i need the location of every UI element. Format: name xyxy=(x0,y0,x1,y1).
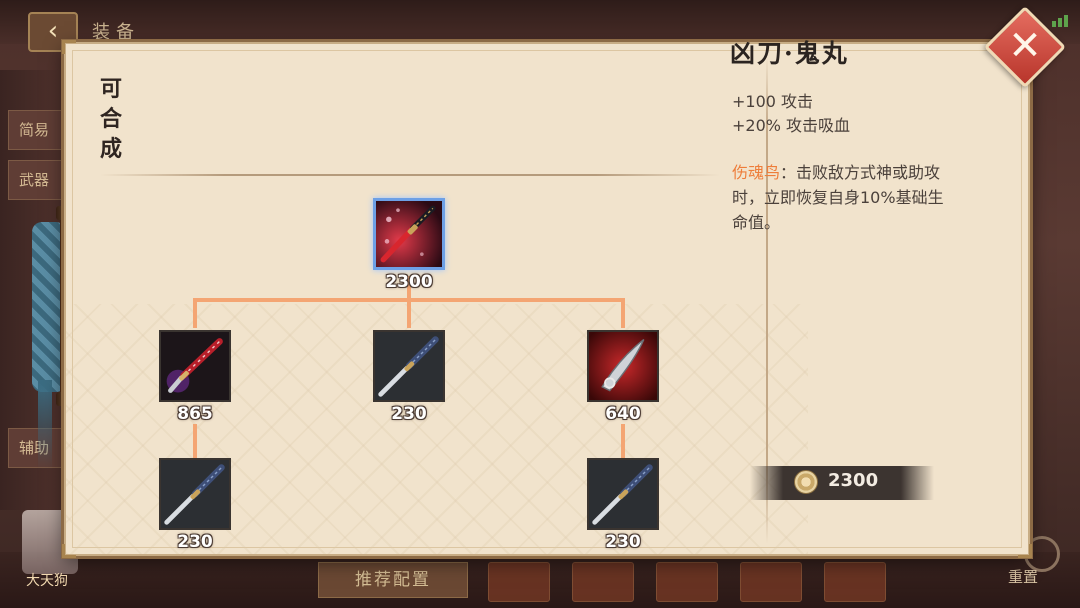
stat-line: +100 攻击 xyxy=(732,92,814,111)
tree-connector xyxy=(193,298,197,328)
tree-connector xyxy=(193,424,197,458)
equip-slot[interactable] xyxy=(824,562,886,602)
component-item-price: 640 xyxy=(605,404,641,424)
blood-blade-icon xyxy=(589,332,657,400)
screen-title: 装备 xyxy=(92,22,140,43)
root-item-price: 2300 xyxy=(385,272,433,292)
katana-icon xyxy=(375,332,443,400)
component-item-price: 230 xyxy=(391,404,427,424)
section-title: 可合成 xyxy=(100,76,123,162)
sub-component-item-slot[interactable] xyxy=(587,458,659,530)
equip-slot[interactable] xyxy=(656,562,718,602)
equip-slot[interactable] xyxy=(572,562,634,602)
total-cost-value: 2300 xyxy=(828,470,879,491)
recommend-config-button[interactable]: 推荐配置 xyxy=(318,562,468,598)
chevron-left-icon: ‹ xyxy=(47,16,59,46)
red-katana-icon xyxy=(161,332,229,400)
katana-icon xyxy=(161,460,229,528)
sub-component-item-price: 230 xyxy=(177,532,213,552)
tree-connector xyxy=(621,298,625,328)
top-bar xyxy=(0,0,1080,44)
coin-icon xyxy=(794,470,818,494)
sub-component-item-price: 230 xyxy=(605,532,641,552)
tassel-tail-decoration xyxy=(38,380,52,470)
passive-description: 伤魂鸟：击败敌方式神或助攻时，立即恢复自身10%基础生命值。 xyxy=(732,160,947,235)
sidebar-tab-weapon[interactable]: 武器 xyxy=(8,160,72,200)
reset-button[interactable]: 重置 xyxy=(1008,566,1038,587)
panel-corner xyxy=(62,40,76,54)
hero-name: 大天狗 xyxy=(26,573,68,589)
sidebar-tab-simple[interactable]: 简易 xyxy=(8,110,72,150)
stat-line: +20% 攻击吸血 xyxy=(732,116,851,135)
component-item-slot[interactable] xyxy=(373,330,445,402)
signal-icon xyxy=(1052,8,1076,27)
tree-connector xyxy=(407,298,411,328)
close-icon[interactable]: ✕ xyxy=(996,18,1054,76)
root-item-slot[interactable] xyxy=(373,198,445,270)
title-divider xyxy=(100,174,720,176)
equip-slot[interactable] xyxy=(740,562,802,602)
panel-corner xyxy=(1018,544,1032,558)
katana-icon xyxy=(589,460,657,528)
item-stats: +100 攻击 +20% 攻击吸血 xyxy=(732,90,850,138)
passive-name: 伤魂鸟 xyxy=(732,163,781,182)
component-item-price: 865 xyxy=(177,404,213,424)
component-item-slot[interactable] xyxy=(587,330,659,402)
cursed-katana-icon xyxy=(376,201,442,267)
panel-corner xyxy=(62,544,76,558)
equip-slot[interactable] xyxy=(488,562,550,602)
component-item-slot[interactable] xyxy=(159,330,231,402)
sub-component-item-slot[interactable] xyxy=(159,458,231,530)
tree-connector xyxy=(621,424,625,458)
item-name: 凶刀·鬼丸 xyxy=(730,39,849,68)
